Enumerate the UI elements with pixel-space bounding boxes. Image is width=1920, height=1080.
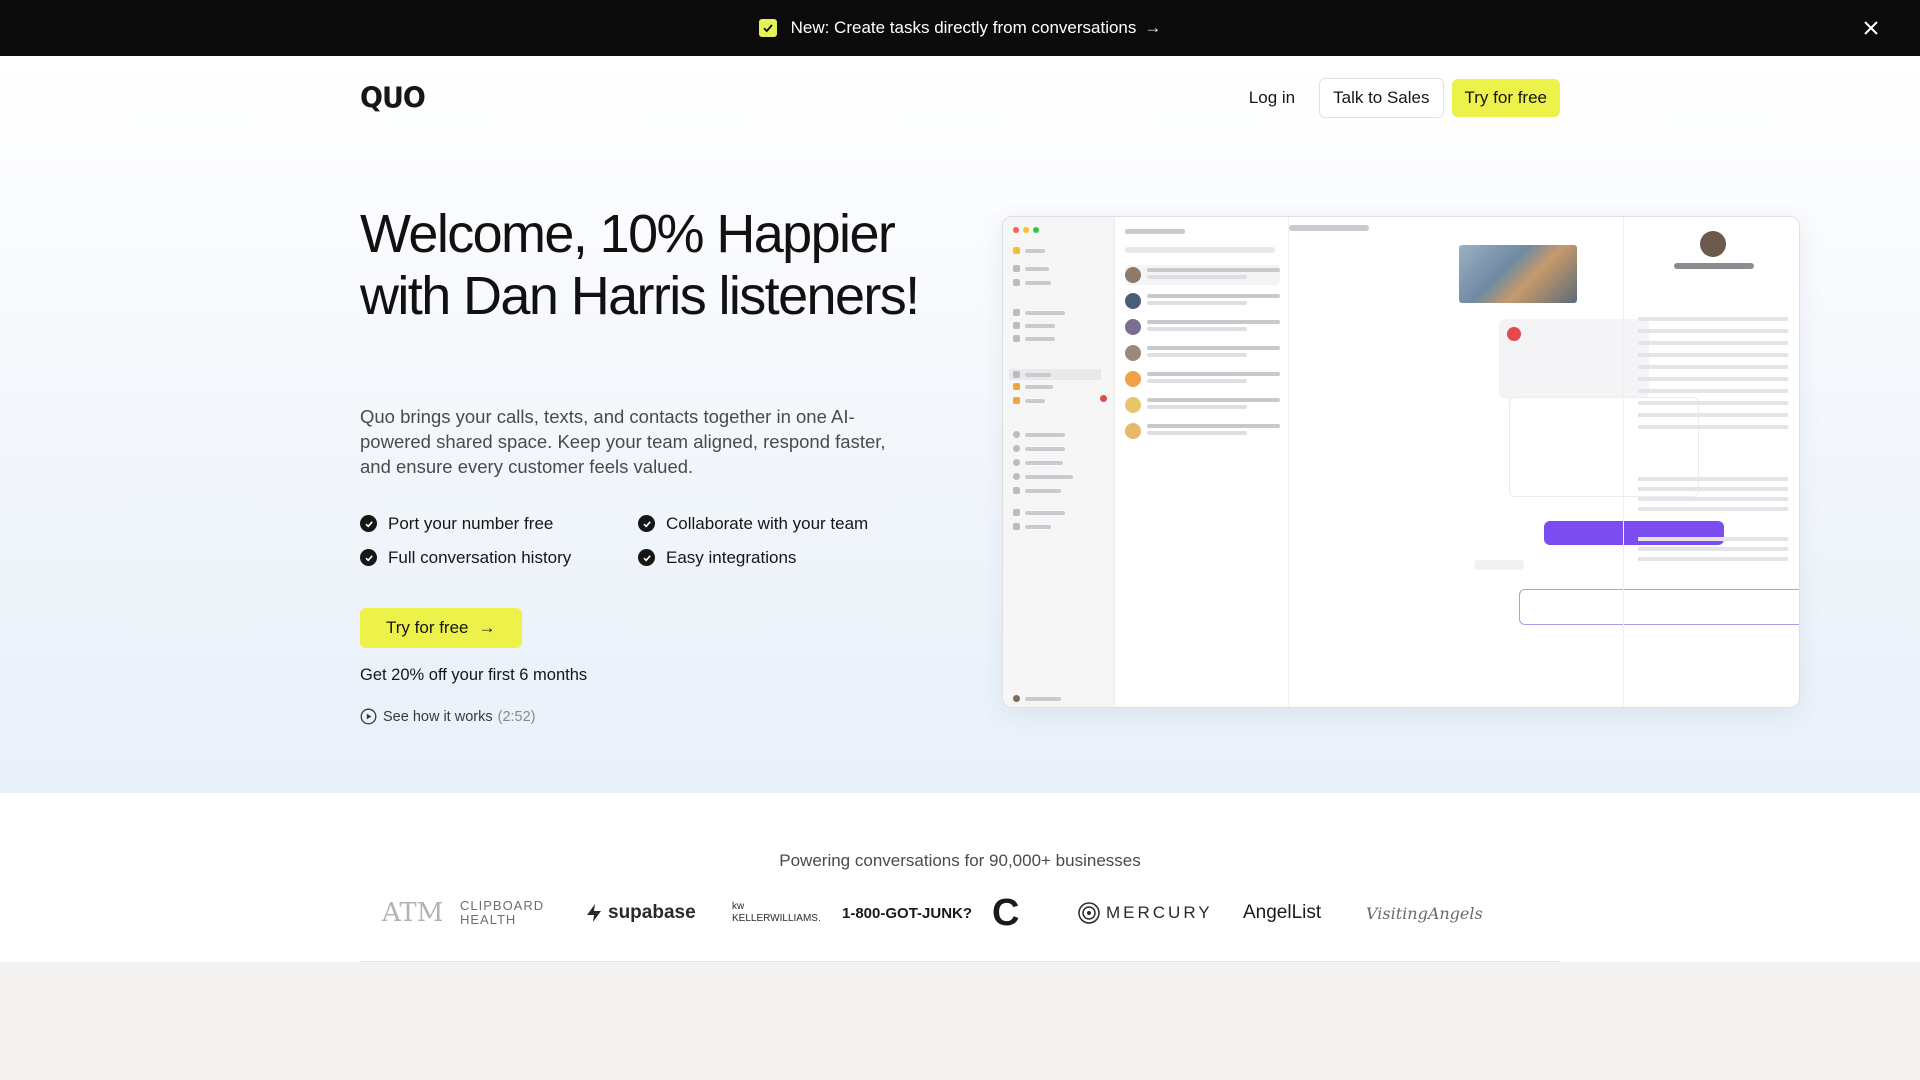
- video-duration: (2:52): [497, 708, 536, 725]
- product-screenshot: [1002, 216, 1800, 708]
- hero-title: Welcome, 10% Happier with Dan Harris lis…: [360, 204, 920, 326]
- play-circle-icon: [360, 708, 377, 725]
- contact-detail-panel: [1623, 217, 1799, 707]
- keller-williams-logo: kw KELLERWILLIAMS.: [732, 901, 821, 924]
- page-bottom: [0, 962, 1920, 1080]
- angellist-logo: AngelList: [1243, 902, 1322, 923]
- top-nav: QUO Log in Talk to Sales Try for free: [360, 56, 1560, 140]
- c-logo: C: [992, 891, 1020, 934]
- supabase-logo: supabase: [584, 888, 696, 938]
- feature-label: Collaborate with your team: [666, 513, 869, 533]
- visiting-angels-logo: VisitingAngels: [1366, 903, 1483, 923]
- app-sidebar: [1003, 217, 1115, 707]
- got-junk-logo: 1-800-GOT-JUNK?: [842, 904, 973, 922]
- feature-label: Full conversation history: [388, 547, 572, 567]
- customer-logos: ATM CLIPBOARD HEALTH supabase kw KELLERW…: [360, 888, 1560, 938]
- conversation-list: [1115, 217, 1289, 707]
- feature-item: Easy integrations: [638, 546, 918, 569]
- cta-label: Try for free: [386, 618, 469, 637]
- arrow-right-icon: →: [1144, 18, 1162, 37]
- check-circle-icon: [638, 515, 655, 532]
- check-circle-icon: [360, 515, 377, 532]
- mercury-logo: MERCURY: [1078, 888, 1213, 938]
- talk-to-sales-button[interactable]: Talk to Sales: [1319, 78, 1444, 118]
- feature-item: Full conversation history: [360, 546, 638, 569]
- quo-logo[interactable]: QUO: [360, 82, 426, 115]
- login-link[interactable]: Log in: [1233, 79, 1311, 117]
- check-circle-icon: [360, 549, 377, 566]
- feature-item: Collaborate with your team: [638, 512, 918, 535]
- chat-thread: [1289, 217, 1799, 707]
- mercury-wordmark: MERCURY: [1106, 903, 1213, 922]
- close-icon[interactable]: [1858, 15, 1884, 41]
- announcement-bar[interactable]: New: Create tasks directly from conversa…: [0, 0, 1920, 56]
- logos-heading: Powering conversations for 90,000+ busin…: [779, 851, 1141, 870]
- supabase-bolt-icon: [587, 904, 601, 922]
- clipboard-health-logo: CLIPBOARD HEALTH: [460, 898, 545, 927]
- supabase-wordmark: supabase: [608, 902, 696, 923]
- feature-item: Port your number free: [360, 512, 638, 535]
- announcement-text[interactable]: New: Create tasks directly from conversa…: [791, 18, 1137, 38]
- arrow-right-icon: →: [478, 618, 496, 637]
- check-circle-icon: [638, 549, 655, 566]
- how-label: See how it works: [383, 708, 493, 725]
- mercury-mark-icon: [1078, 902, 1100, 924]
- see-how-it-works-link[interactable]: See how it works (2:52): [360, 708, 536, 725]
- checkbox-icon: [758, 19, 777, 37]
- feature-list: Port your number free Collaborate with y…: [360, 512, 920, 569]
- feature-label: Easy integrations: [666, 547, 797, 567]
- hero-subtitle: Quo brings your calls, texts, and contac…: [360, 406, 886, 477]
- texas-am-logo: ATM: [382, 898, 444, 928]
- promo-text: Get 20% off your first 6 months: [360, 666, 588, 684]
- try-for-free-nav-button[interactable]: Try for free: [1451, 79, 1560, 117]
- feature-label: Port your number free: [388, 513, 554, 533]
- try-for-free-cta-button[interactable]: Try for free →: [360, 608, 522, 648]
